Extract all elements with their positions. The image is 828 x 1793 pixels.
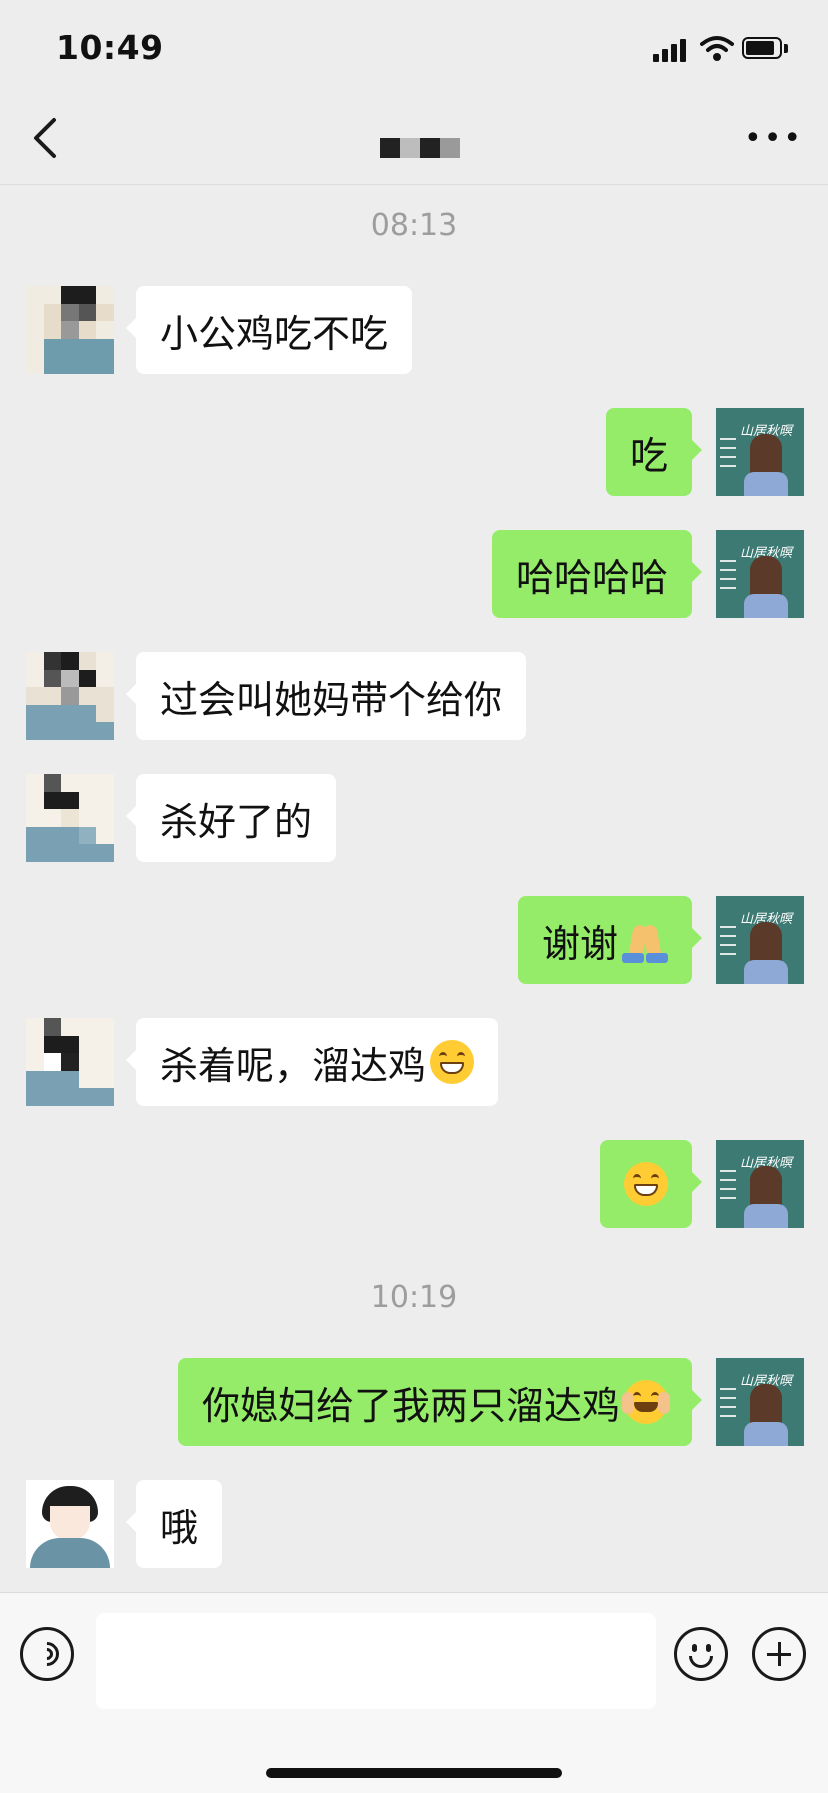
folded-hands-emoji xyxy=(622,917,668,963)
message-text: 杀好了的 xyxy=(160,799,313,844)
grinning-emoji xyxy=(430,1040,475,1084)
contact-avatar[interactable] xyxy=(26,1480,114,1568)
chat-title-redacted xyxy=(380,138,460,158)
battery-icon xyxy=(742,37,790,61)
message-bubble-received[interactable]: 哦 xyxy=(125,1480,223,1568)
signal-icon xyxy=(653,38,691,62)
message-bubble-sent[interactable]: 谢谢 xyxy=(517,896,703,984)
status-time: 10:49 xyxy=(56,28,164,67)
message-bubble-sent[interactable]: 吃 xyxy=(605,408,703,496)
message-text: 杀着呢，溜达鸡 xyxy=(160,1043,427,1088)
message-bubble-sent[interactable]: 你媳妇给了我两只溜达鸡 xyxy=(177,1358,703,1446)
message-timestamp: 10:19 xyxy=(370,1280,458,1315)
grinning-emoji xyxy=(624,1162,668,1206)
message-text: 哈哈哈哈 xyxy=(515,555,668,600)
contact-avatar[interactable] xyxy=(26,774,114,862)
message-bubble-received[interactable]: 过会叫她妈带个给你 xyxy=(125,652,527,740)
my-avatar[interactable]: 山居秋暝 xyxy=(716,896,804,984)
message-bubble-received[interactable]: 小公鸡吃不吃 xyxy=(125,286,413,374)
sweat-smile-emoji xyxy=(622,1380,670,1424)
input-bar xyxy=(0,1592,828,1793)
my-avatar[interactable]: 山居秋暝 xyxy=(716,408,804,496)
chat-header: ••• xyxy=(0,96,828,185)
add-icon[interactable] xyxy=(752,1627,806,1681)
message-text: 谢谢 xyxy=(541,921,618,966)
voice-icon[interactable] xyxy=(20,1627,74,1681)
message-bubble-received[interactable]: 杀着呢，溜达鸡 xyxy=(125,1018,499,1106)
more-options-icon[interactable]: ••• xyxy=(744,124,801,154)
my-avatar[interactable]: 山居秋暝 xyxy=(716,1140,804,1228)
home-indicator xyxy=(266,1768,562,1778)
message-text: 你媳妇给了我两只溜达鸡 xyxy=(201,1383,620,1428)
back-arrow-icon[interactable] xyxy=(26,116,66,160)
contact-avatar[interactable] xyxy=(26,286,114,374)
message-text: 过会叫她妈带个给你 xyxy=(160,677,503,722)
message-bubble-sent[interactable]: 哈哈哈哈 xyxy=(491,530,703,618)
message-text: 吃 xyxy=(629,433,668,478)
my-avatar[interactable]: 山居秋暝 xyxy=(716,530,804,618)
my-avatar[interactable]: 山居秋暝 xyxy=(716,1358,804,1446)
message-bubble-received[interactable]: 杀好了的 xyxy=(125,774,337,862)
message-text: 哦 xyxy=(160,1505,199,1550)
status-bar: 10:49 xyxy=(0,0,828,96)
emoji-icon[interactable] xyxy=(674,1627,728,1681)
message-timestamp: 08:13 xyxy=(370,208,458,243)
contact-avatar[interactable] xyxy=(26,1018,114,1106)
message-text: 小公鸡吃不吃 xyxy=(160,311,389,356)
message-bubble-sent[interactable] xyxy=(600,1140,702,1228)
contact-avatar[interactable] xyxy=(26,652,114,740)
message-input[interactable] xyxy=(96,1613,656,1709)
wifi-icon xyxy=(700,36,734,61)
